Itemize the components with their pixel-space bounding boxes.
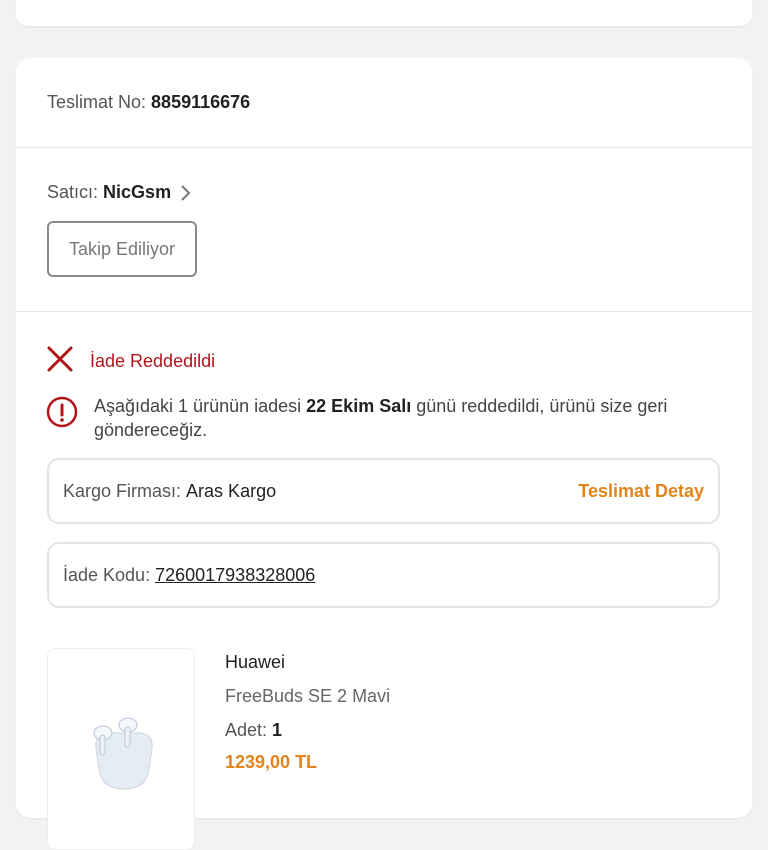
notice-date: 22 Ekim Salı: [306, 396, 412, 416]
cargo-label: Kargo Firması:: [63, 480, 182, 501]
divider: [16, 147, 752, 148]
seller-label: Satıcı:: [47, 182, 99, 202]
delivery-number-row: Teslimat No: 8859116676: [47, 92, 250, 113]
product-brand[interactable]: Huawei: [225, 652, 285, 673]
delivery-number-value: 8859116676: [151, 92, 251, 112]
close-x-icon: [46, 345, 74, 378]
cargo-company: Aras Kargo: [186, 480, 277, 501]
quantity-label: Adet:: [225, 720, 268, 740]
return-code-link[interactable]: 7260017938328006: [155, 565, 315, 586]
seller-name[interactable]: NicGsm: [103, 182, 171, 203]
follow-button[interactable]: Takip Ediliyor: [47, 221, 197, 277]
product-price: 1239,00 TL: [225, 752, 318, 772]
order-card: Teslimat No: 8859116676 Satıcı: NicGsm T…: [16, 58, 752, 850]
return-code-label: İade Kodu:: [63, 564, 151, 585]
product-image[interactable]: [47, 648, 195, 850]
product-quantity: Adet: 1: [225, 720, 282, 741]
divider: [16, 311, 752, 312]
delivery-detail-link[interactable]: Teslimat Detay: [578, 481, 704, 502]
info-circle-icon: [46, 396, 78, 433]
return-status: İade Reddedildi: [46, 345, 215, 378]
return-notice: Aşağıdaki 1 ürünün iadesi 22 Ekim Salı g…: [46, 394, 706, 442]
product-name[interactable]: FreeBuds SE 2 Mavi: [225, 686, 390, 707]
return-status-label: İade Reddedildi: [90, 351, 216, 371]
chevron-right-icon[interactable]: [179, 184, 191, 202]
earbuds-image: [93, 717, 153, 790]
seller-row[interactable]: Satıcı: NicGsm: [47, 182, 191, 203]
cargo-box: Kargo Firması: Aras Kargo Teslimat Detay: [47, 458, 720, 524]
return-code-box: İade Kodu: 7260017938328006: [47, 542, 720, 608]
previous-card: [16, 0, 752, 26]
notice-text-before: Aşağıdaki 1 ürünün iadesi: [94, 396, 307, 416]
delivery-number-label: Teslimat No:: [47, 92, 147, 112]
return-notice-text: Aşağıdaki 1 ürünün iadesi 22 Ekim Salı g…: [94, 394, 706, 442]
quantity-value: 1: [272, 720, 283, 740]
